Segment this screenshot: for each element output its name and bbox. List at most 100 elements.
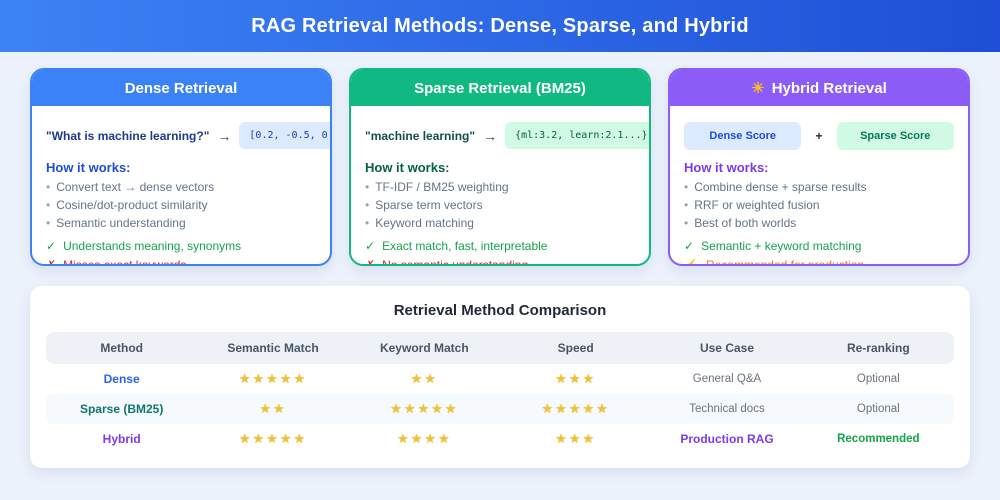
semantic-stars: ★★ (197, 401, 348, 417)
pro-text: Semantic + keyword matching (701, 239, 861, 253)
glowing-star-icon: ☀ (751, 79, 764, 97)
recommended-text: Recommended for production (706, 258, 864, 266)
hybrid-pro-line: ✓ Semantic + keyword matching (684, 239, 954, 253)
re-ranking-cell: Optional (803, 373, 954, 385)
sparse-pro-line: ✓ Exact match, fast, interpretable (365, 239, 635, 253)
semantic-stars: ★★★★★ (197, 371, 348, 387)
bullet-item: • Sparse term vectors (365, 198, 635, 212)
column-header-re-ranking: Re-ranking (803, 341, 954, 355)
arrow-right-icon: → (483, 128, 497, 144)
dense-score-pill: Dense Score (684, 122, 801, 150)
cross-icon: ✗ (365, 258, 375, 266)
sparse-score-pill: Sparse Score (837, 122, 954, 150)
keyword-stars: ★★ (349, 371, 500, 387)
hybrid-card-title: Hybrid Retrieval (772, 80, 887, 97)
keyword-stars: ★★★★ (349, 431, 500, 447)
sparse-con-line: ✗ No semantic understanding (365, 258, 635, 266)
bullet-icon: • (684, 180, 688, 194)
sparse-bullet-list: • TF-IDF / BM25 weighting • Sparse term ve… (365, 180, 635, 230)
hybrid-card-body: Dense Score + Sparse Score How it works:… (670, 106, 968, 266)
bullet-item: • TF-IDF / BM25 weighting (365, 180, 635, 194)
use-case-cell: General Q&A (651, 373, 802, 385)
sparse-how-it-works-label: How it works: (365, 160, 635, 175)
sparse-card-body: "machine learning" → {ml:3.2, learn:2.1.… (351, 106, 649, 266)
bullet-item: • Convert text → dense vectors (46, 180, 316, 194)
sparse-example-row: "machine learning" → {ml:3.2, learn:2.1.… (365, 120, 635, 151)
dense-card-title: Dense Retrieval (125, 80, 238, 97)
bullet-icon: • (365, 198, 369, 212)
sparse-card-header: Sparse Retrieval (BM25) (351, 70, 649, 106)
hybrid-recommended-line: ⚡ Recommended for production (684, 258, 954, 266)
table-title: Retrieval Method Comparison (46, 302, 954, 319)
arrow-right-icon: → (217, 128, 231, 144)
bullet-icon: • (46, 198, 50, 212)
bullet-item: •Semantic understanding (46, 216, 316, 230)
keyword-stars: ★★★★★ (349, 401, 500, 417)
hybrid-card-header: ☀ Hybrid Retrieval (670, 70, 968, 106)
cards-row: Dense Retrieval "What is machine learnin… (0, 52, 1000, 266)
re-ranking-cell: Optional (803, 403, 954, 415)
dense-vector-chip: [0.2, -0.5, 0.8...] (239, 122, 332, 149)
column-header-keyword-match: Keyword Match (349, 341, 500, 355)
semantic-stars: ★★★★★ (197, 431, 348, 447)
page-header: RAG Retrieval Methods: Dense, Sparse, an… (0, 0, 1000, 52)
column-header-method: Method (46, 341, 197, 355)
card-sparse-retrieval: Sparse Retrieval (BM25) "machine learnin… (349, 68, 651, 266)
check-icon: ✓ (365, 239, 375, 253)
use-case-cell: Technical docs (651, 403, 802, 415)
dense-card-body: "What is machine learning?" → [0.2, -0.5… (32, 106, 330, 266)
sparse-weights-chip: {ml:3.2, learn:2.1...} (505, 122, 651, 149)
bullet-item: • Cosine/dot-product similarity (46, 198, 316, 212)
bullet-icon: • (46, 180, 50, 194)
use-case-cell: Production RAG (651, 432, 802, 446)
method-cell: Sparse (BM25) (46, 402, 197, 416)
sparse-query-text: "machine learning" (365, 129, 475, 143)
bullet-text: Semantic understanding (56, 216, 185, 230)
speed-stars: ★★★ (500, 371, 651, 387)
speed-stars: ★★★★★ (500, 401, 651, 417)
bullet-text: Cosine/dot-product similarity (56, 198, 207, 212)
bullet-icon: • (684, 216, 688, 230)
column-header-use-case: Use Case (651, 341, 802, 355)
bullet-text: Sparse term vectors (375, 198, 482, 212)
hybrid-how-it-works-label: How it works: (684, 160, 954, 175)
method-cell: Hybrid (46, 432, 197, 446)
table-header-row: Method Semantic Match Keyword Match Spee… (46, 332, 954, 364)
lightning-icon: ⚡ (684, 258, 699, 266)
speed-stars: ★★★ (500, 431, 651, 447)
cross-icon: ✗ (46, 258, 56, 266)
bullet-text: Keyword matching (375, 216, 474, 230)
table-row-hybrid: Hybrid ★★★★★ ★★★★ ★★★ Production RAG Rec… (46, 424, 954, 454)
bullet-icon: • (365, 180, 369, 194)
page: RAG Retrieval Methods: Dense, Sparse, an… (0, 0, 1000, 468)
comparison-table-card: Retrieval Method Comparison Method Seman… (30, 286, 970, 468)
method-cell: Dense (46, 372, 197, 386)
table-row-dense: Dense ★★★★★ ★★ ★★★ General Q&A Optional (46, 364, 954, 394)
hybrid-score-row: Dense Score + Sparse Score (684, 120, 954, 151)
dense-con-line: ✗ Misses exact keywords (46, 258, 316, 266)
dense-how-it-works-label: How it works: (46, 160, 316, 175)
con-text: No semantic understanding (382, 258, 528, 266)
dense-pro-line: ✓ Understands meaning, synonyms (46, 239, 316, 253)
column-header-semantic-match: Semantic Match (197, 341, 348, 355)
pro-text: Exact match, fast, interpretable (382, 239, 547, 253)
check-icon: ✓ (684, 239, 694, 253)
card-hybrid-retrieval: ☀ Hybrid Retrieval Dense Score + Sparse … (668, 68, 970, 266)
bullet-item: •RRF or weighted fusion (684, 198, 954, 212)
plus-icon: + (815, 129, 822, 143)
column-header-speed: Speed (500, 341, 651, 355)
table-row-sparse: Sparse (BM25) ★★ ★★★★★ ★★★★★ Technical d… (46, 394, 954, 424)
pro-text: Understands meaning, synonyms (63, 239, 241, 253)
bullet-text: Combine dense + sparse results (694, 180, 866, 194)
sparse-card-title: Sparse Retrieval (BM25) (414, 80, 586, 97)
dense-query-text: "What is machine learning?" (46, 129, 209, 143)
check-icon: ✓ (46, 239, 56, 253)
bullet-item: •Best of both worlds (684, 216, 954, 230)
card-dense-retrieval: Dense Retrieval "What is machine learnin… (30, 68, 332, 266)
page-title: RAG Retrieval Methods: Dense, Sparse, an… (251, 15, 749, 38)
bullet-text: Convert text → dense vectors (56, 180, 214, 194)
bullet-item: •Keyword matching (365, 216, 635, 230)
bullet-text: TF-IDF / BM25 weighting (375, 180, 508, 194)
hybrid-bullet-list: • Combine dense + sparse results •RRF or … (684, 180, 954, 230)
bullet-icon: • (684, 198, 688, 212)
